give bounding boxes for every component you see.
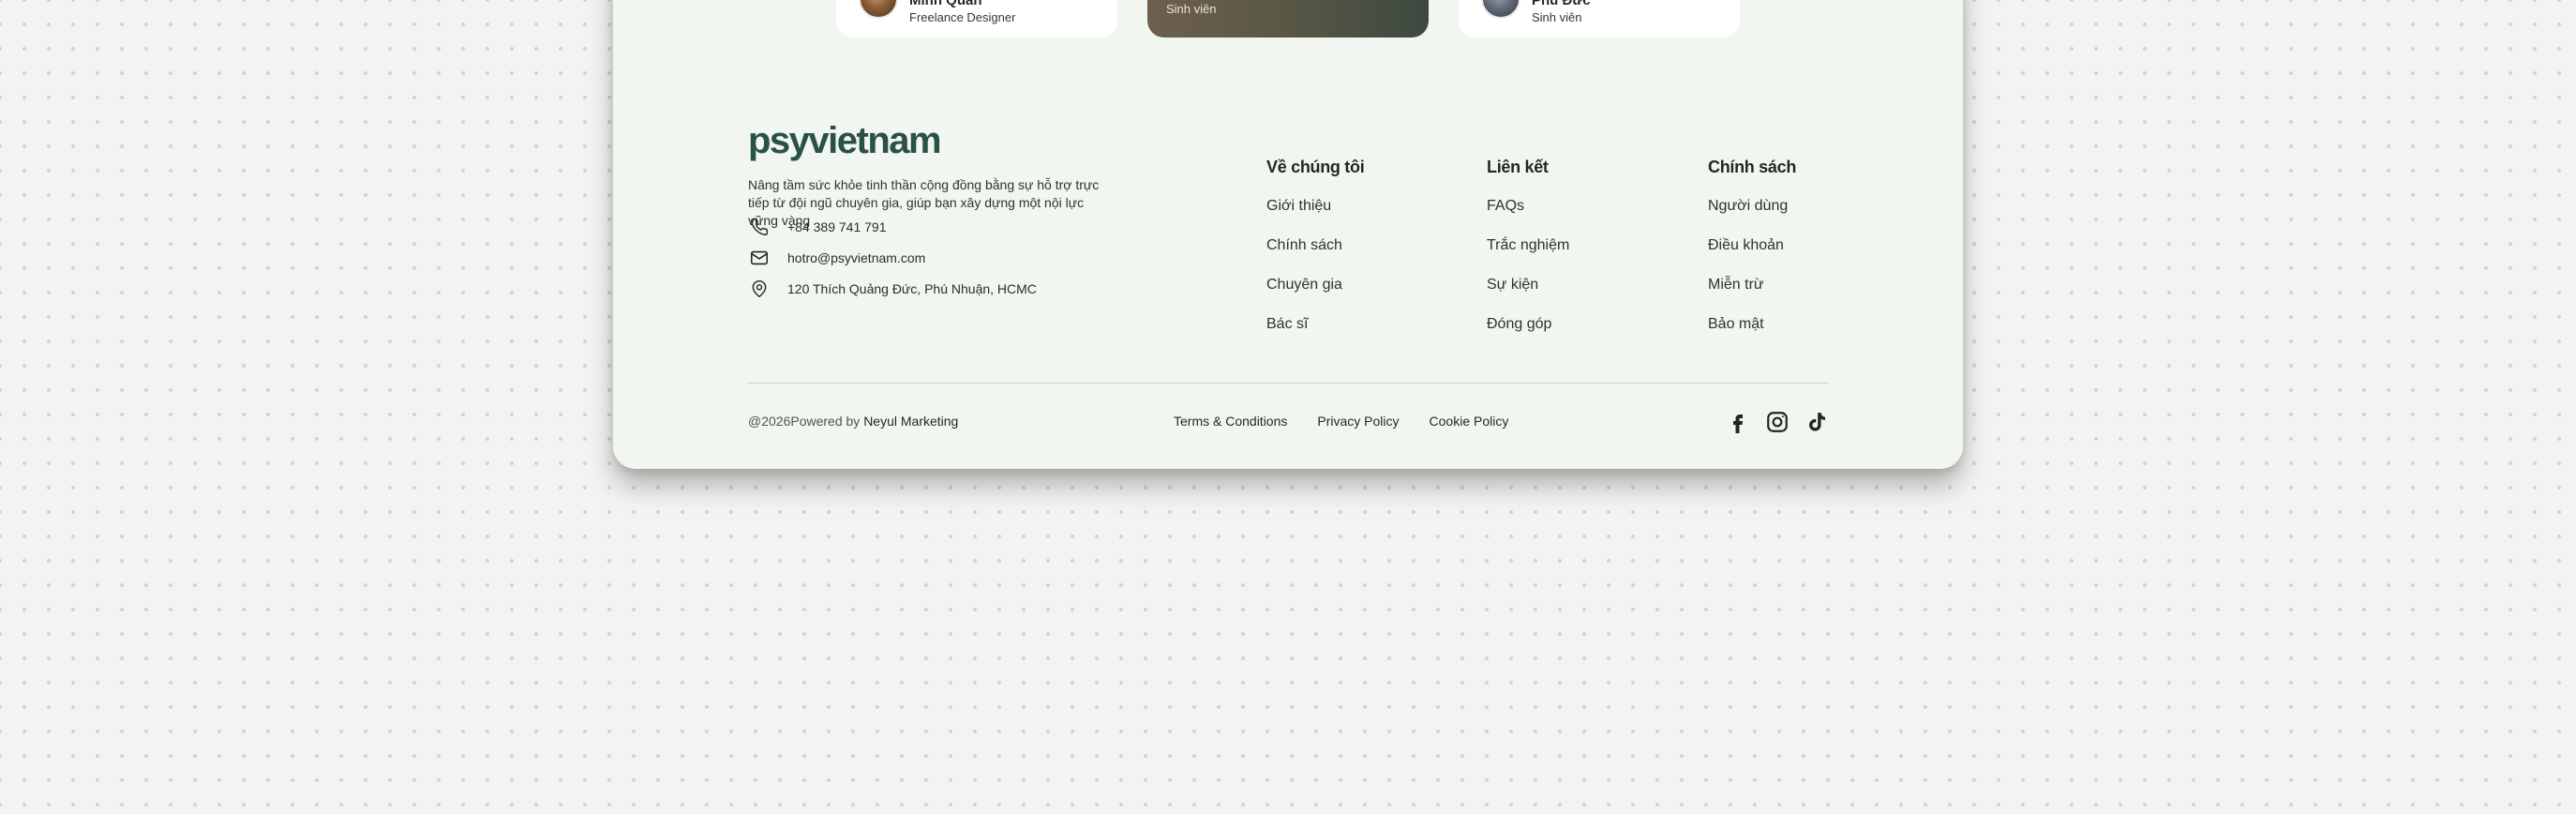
terms-link[interactable]: Terms & Conditions	[1174, 414, 1287, 429]
avatar	[859, 0, 898, 19]
contact-email-text: hotro@psyvietnam.com	[787, 250, 926, 265]
testimonial-card: Phú Đức Sinh viên	[1459, 0, 1740, 38]
contact-phone[interactable]: +84 389 741 791	[748, 216, 887, 238]
column-title: Chính sách	[1708, 158, 1797, 176]
footer-link[interactable]: Giới thiệu	[1266, 197, 1364, 236]
avatar	[1481, 0, 1520, 19]
column-title: Về chúng tôi	[1266, 158, 1365, 176]
footer-column-about: Về chúng tôi Giới thiệu Chính sách Chuyê…	[1266, 158, 1365, 354]
footer-card: Minh Quân Freelance Designer Sinh viên P…	[613, 0, 1963, 469]
footer-link[interactable]: Chính sách	[1266, 236, 1364, 276]
legal-links: Terms & Conditions Privacy Policy Cookie…	[1174, 414, 1508, 429]
mail-icon	[748, 247, 771, 269]
footer-link[interactable]: Bảo mật	[1708, 315, 1796, 354]
testimonial-name: Minh Quân	[909, 0, 982, 8]
footer-link[interactable]: FAQs	[1487, 197, 1569, 236]
testimonial-role: Sinh viên	[1166, 2, 1217, 16]
contact-address[interactable]: 120 Thích Quảng Đức, Phú Nhuận, HCMC	[748, 278, 1037, 300]
copyright: @2026Powered by Neyul Marketing	[748, 414, 958, 429]
footer-link[interactable]: Miễn trừ	[1708, 276, 1796, 315]
footer-link[interactable]: Đóng góp	[1487, 315, 1569, 354]
contact-phone-text: +84 389 741 791	[787, 219, 887, 234]
contact-address-text: 120 Thích Quảng Đức, Phú Nhuận, HCMC	[787, 281, 1037, 296]
testimonial-card-image: Sinh viên	[1147, 0, 1429, 38]
footer-column-policy: Chính sách Người dùng Điều khoản Miễn tr…	[1708, 158, 1796, 354]
footer-link[interactable]: Trắc nghiệm	[1487, 236, 1569, 276]
contact-email[interactable]: hotro@psyvietnam.com	[748, 247, 925, 269]
testimonial-name: Phú Đức	[1532, 0, 1591, 8]
instagram-icon[interactable]	[1764, 409, 1790, 435]
tiktok-icon[interactable]	[1804, 409, 1830, 435]
footer-link[interactable]: Người dùng	[1708, 197, 1796, 236]
social-links	[1725, 409, 1830, 435]
company-link[interactable]: Neyul Marketing	[863, 414, 958, 429]
testimonial-role: Freelance Designer	[909, 10, 1016, 24]
column-title: Liên kết	[1487, 158, 1549, 176]
facebook-icon[interactable]	[1725, 409, 1751, 435]
footer-link[interactable]: Bác sĩ	[1266, 315, 1364, 354]
phone-icon	[748, 216, 771, 238]
footer-divider	[748, 383, 1828, 384]
footer-link[interactable]: Điều khoản	[1708, 236, 1796, 276]
location-pin-icon	[748, 278, 771, 300]
cookie-link[interactable]: Cookie Policy	[1430, 414, 1509, 429]
footer-logo[interactable]: psyvietnam	[748, 122, 942, 159]
privacy-link[interactable]: Privacy Policy	[1317, 414, 1399, 429]
footer-column-links: Liên kết FAQs Trắc nghiệm Sự kiện Đóng g…	[1487, 158, 1569, 354]
testimonial-role: Sinh viên	[1532, 10, 1582, 24]
footer-link[interactable]: Chuyên gia	[1266, 276, 1364, 315]
footer-link[interactable]: Sự kiện	[1487, 276, 1569, 315]
testimonial-card: Minh Quân Freelance Designer	[836, 0, 1117, 38]
copyright-prefix: @2026Powered by	[748, 414, 864, 429]
